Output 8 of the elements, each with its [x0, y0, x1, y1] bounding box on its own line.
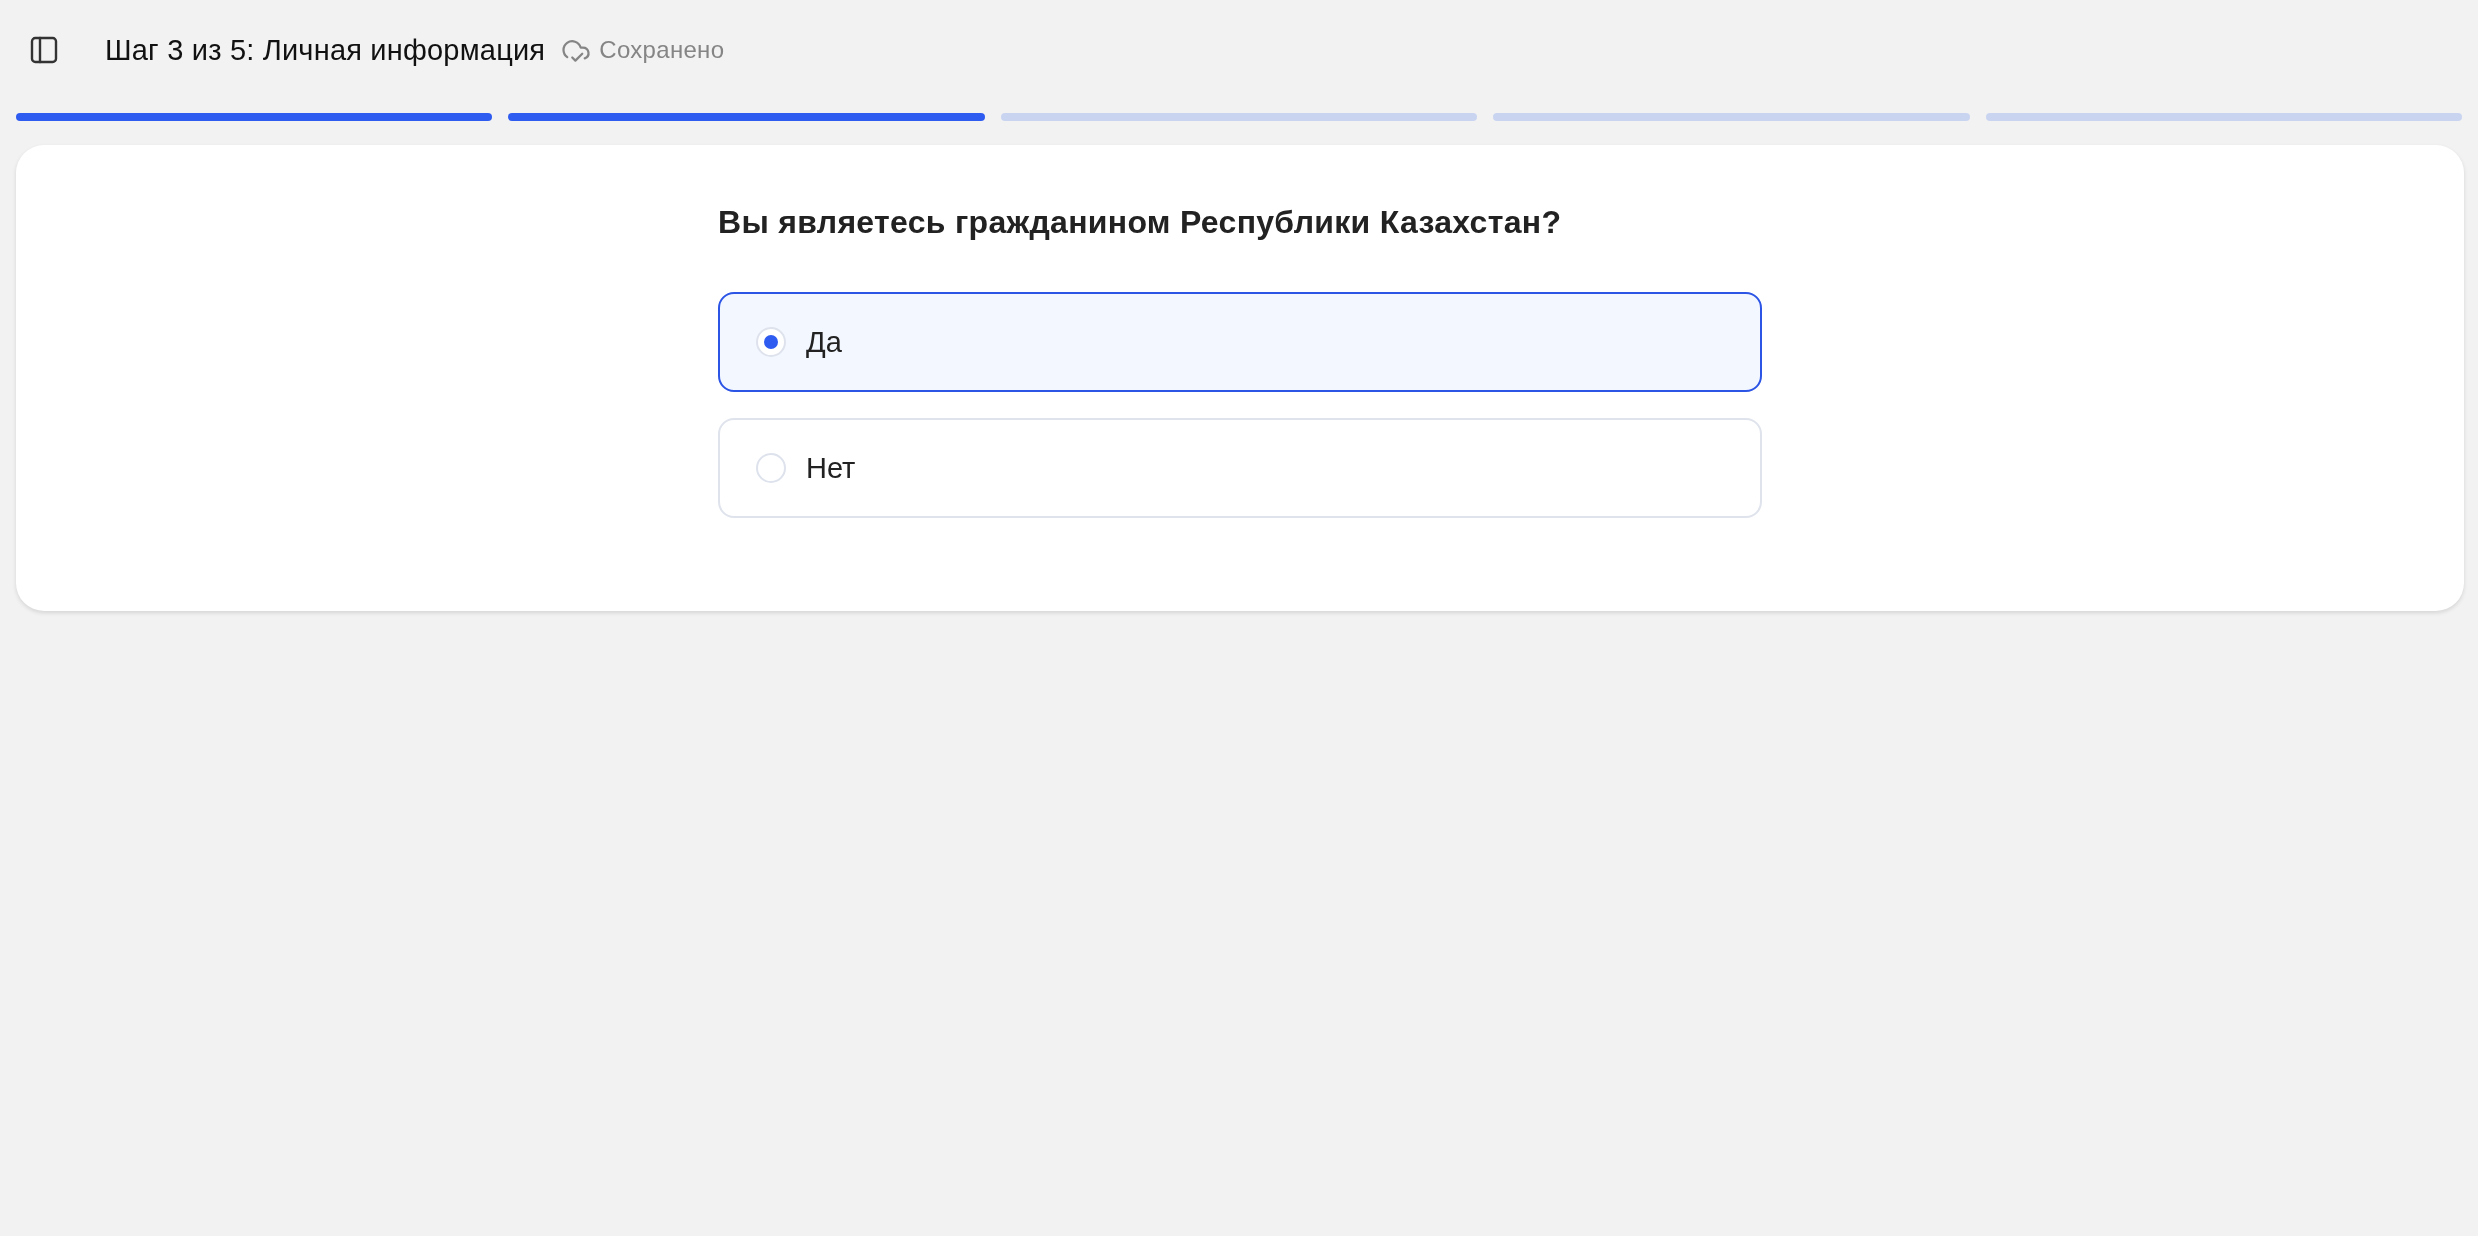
question-text: Вы являетесь гражданином Республики Казахстан?	[718, 203, 1563, 242]
answer-option[interactable]: Нет	[718, 418, 1762, 518]
sidebar-toggle-icon[interactable]	[28, 34, 60, 66]
radio-icon[interactable]	[756, 453, 786, 483]
radio-icon[interactable]	[756, 327, 786, 357]
step-title: Шаг 3 из 5: Личная информация	[105, 33, 546, 67]
answer-option[interactable]: Да	[718, 292, 1762, 392]
save-status: Сохранено	[599, 36, 725, 64]
